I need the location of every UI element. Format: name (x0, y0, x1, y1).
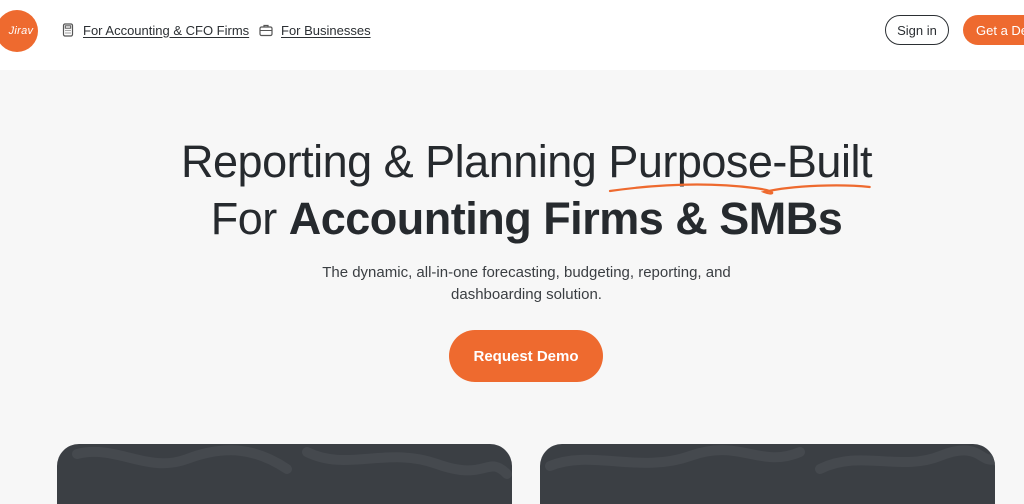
jirav-logo[interactable]: Jirav (0, 10, 38, 52)
feature-card-left (57, 444, 512, 504)
hero-subtitle: The dynamic, all-in-one forecasting, bud… (0, 262, 1024, 306)
hero-subtitle-line-2: dashboarding solution. (451, 286, 602, 303)
hero-heading-line-1: Reporting & Planning Purpose-Built (0, 136, 1024, 195)
nav-businesses-label: For Businesses (281, 22, 371, 38)
hero-heading-line2-prefix: For (210, 193, 289, 244)
hero-heading-highlight: Purpose-Built (608, 137, 872, 195)
card-texture-left (72, 445, 512, 479)
hero-heading-line-2: For Accounting Firms & SMBs (0, 194, 1024, 244)
card-texture-right (545, 445, 995, 474)
nav-businesses[interactable]: For Businesses (259, 20, 371, 40)
nav-accounting-label: For Accounting & CFO Firms (83, 22, 250, 38)
get-demo-button[interactable]: Get a Demo (963, 15, 1024, 45)
hero-subtitle-line-1: The dynamic, all-in-one forecasting, bud… (322, 264, 731, 281)
sign-in-button[interactable]: Sign in (885, 15, 949, 45)
hero-heading-line2-bold: Accounting Firms & SMBs (288, 193, 843, 244)
feature-card-right (540, 444, 995, 504)
briefcase-icon (259, 23, 273, 37)
request-demo-button[interactable]: Request Demo (449, 330, 603, 382)
hero-heading-prefix: Reporting & Planning (181, 136, 609, 187)
nav-accounting-firms[interactable]: For Accounting & CFO Firms (61, 20, 249, 40)
logo-text: Jirav (8, 25, 34, 37)
site-header: Jirav For Accounting & CFO Firms For Bus… (0, 0, 1024, 70)
calculator-icon (61, 23, 75, 37)
